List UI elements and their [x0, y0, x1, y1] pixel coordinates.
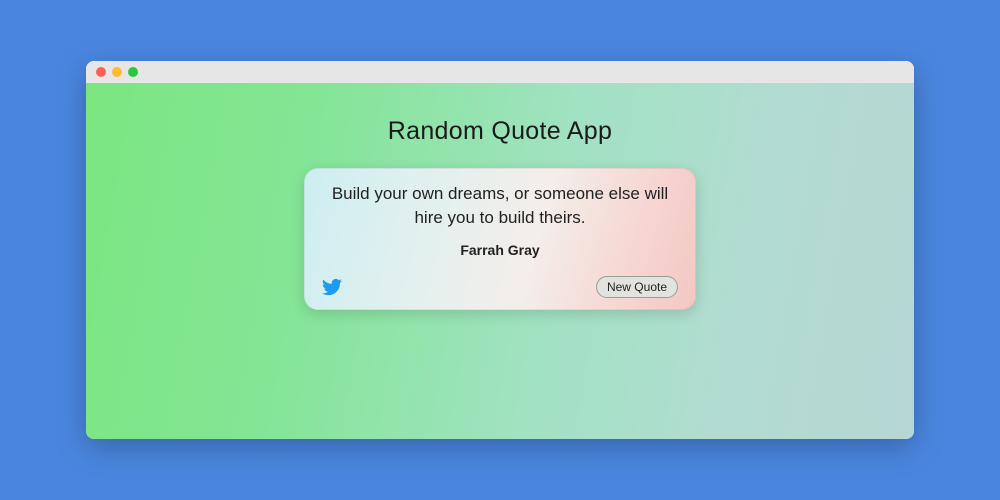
new-quote-button[interactable]: New Quote [596, 276, 678, 298]
app-window: Random Quote App Build your own dreams, … [86, 61, 914, 439]
window-titlebar [86, 61, 914, 83]
twitter-icon[interactable] [322, 277, 342, 297]
app-content: Random Quote App Build your own dreams, … [86, 83, 914, 439]
quote-card: Build your own dreams, or someone else w… [304, 168, 696, 310]
close-icon[interactable] [96, 67, 106, 77]
quote-text: Build your own dreams, or someone else w… [325, 182, 675, 230]
minimize-icon[interactable] [112, 67, 122, 77]
maximize-icon[interactable] [128, 67, 138, 77]
quote-author: Farrah Gray [460, 242, 539, 258]
card-footer: New Quote [322, 276, 678, 298]
page-title: Random Quote App [388, 117, 612, 146]
